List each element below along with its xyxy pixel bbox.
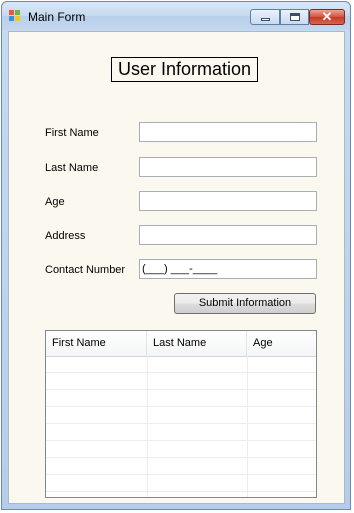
first-name-field[interactable]	[139, 122, 317, 142]
form-client-area: User Information First Name Last Name Ag…	[8, 31, 345, 504]
main-form-window: Main Form ✕ User Information First Name …	[1, 1, 351, 510]
close-icon: ✕	[321, 9, 333, 24]
age-label: Age	[45, 196, 65, 208]
contact-number-label: Contact Number	[45, 264, 126, 276]
grid-row-line	[46, 389, 316, 390]
grid-row-line	[46, 406, 316, 407]
grid-row-line	[46, 440, 316, 441]
grid-header: First Name Last Name Age	[46, 331, 316, 357]
windows-form-icon	[9, 10, 21, 22]
column-header-last-name[interactable]: Last Name	[147, 331, 247, 356]
last-name-field[interactable]	[139, 157, 317, 177]
minimize-icon	[261, 18, 270, 21]
title-bar[interactable]: Main Form ✕	[2, 2, 350, 30]
grid-column-divider	[147, 356, 148, 497]
age-field[interactable]	[139, 191, 317, 211]
contact-number-masked-field[interactable]: (___) ___-____	[139, 259, 317, 279]
grid-row-line	[46, 474, 316, 475]
grid-row-line	[46, 423, 316, 424]
user-data-grid[interactable]: First Name Last Name Age	[45, 330, 317, 498]
minimize-button[interactable]	[250, 9, 280, 25]
window-title: Main Form	[28, 10, 86, 24]
grid-row-line	[46, 372, 316, 373]
submit-information-button[interactable]: Submit Information	[174, 293, 316, 314]
maximize-button[interactable]	[280, 9, 309, 25]
column-header-first-name[interactable]: First Name	[46, 331, 147, 356]
maximize-icon	[290, 13, 300, 21]
column-header-age[interactable]: Age	[247, 331, 316, 356]
page-title: User Information	[111, 57, 258, 82]
address-field[interactable]	[139, 225, 317, 245]
close-button[interactable]: ✕	[309, 9, 345, 25]
grid-column-divider	[247, 356, 248, 497]
address-label: Address	[45, 230, 86, 242]
first-name-label: First Name	[45, 127, 99, 139]
last-name-label: Last Name	[45, 162, 99, 174]
grid-row-line	[46, 491, 316, 492]
grid-row-line	[46, 457, 316, 458]
